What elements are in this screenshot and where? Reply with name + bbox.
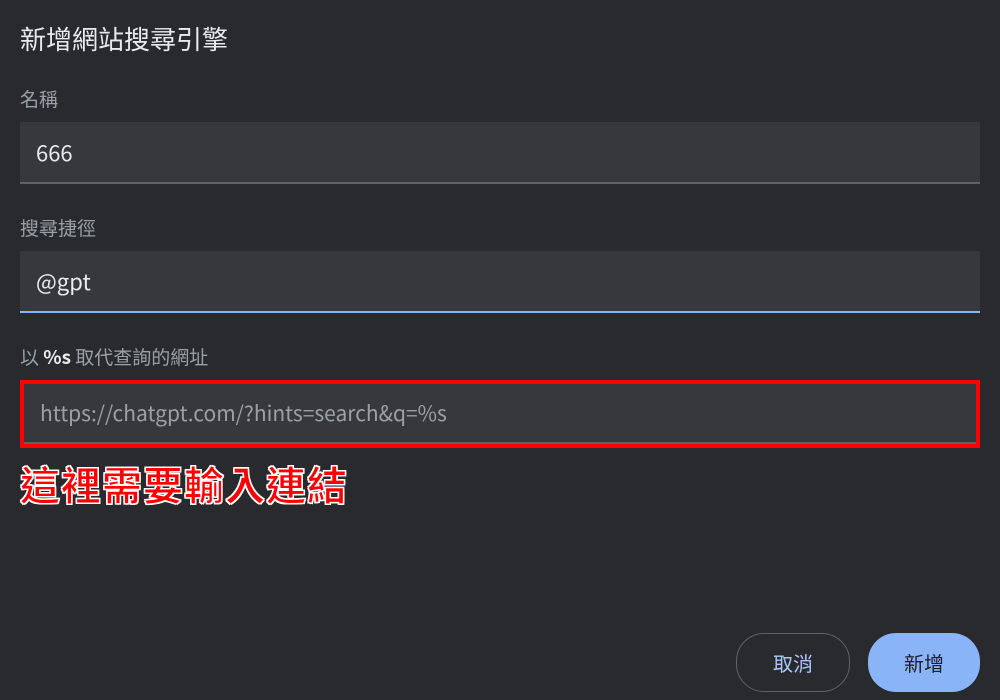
url-label-bold: %s <box>43 343 71 370</box>
name-input[interactable] <box>20 122 980 184</box>
button-row: 取消 新增 <box>736 633 980 692</box>
name-field-group: 名稱 <box>20 85 980 184</box>
shortcut-input[interactable] <box>20 251 980 313</box>
shortcut-input-wrapper <box>20 251 980 313</box>
add-button[interactable]: 新增 <box>868 633 980 692</box>
url-label: 以 %s 取代查詢的網址 <box>20 343 980 370</box>
url-highlight-box <box>20 380 980 448</box>
annotation-text: 這裡需要輸入連結 <box>20 454 980 512</box>
name-input-wrapper <box>20 122 980 184</box>
name-label: 名稱 <box>20 85 980 112</box>
cancel-button[interactable]: 取消 <box>736 633 850 692</box>
url-label-suffix: 取代查詢的網址 <box>71 343 208 370</box>
shortcut-field-group: 搜尋捷徑 <box>20 214 980 313</box>
shortcut-label: 搜尋捷徑 <box>20 214 980 241</box>
add-search-engine-dialog: 新增網站搜尋引擎 名稱 搜尋捷徑 以 %s 取代查詢的網址 這裡需要輸入連結 <box>0 0 1000 512</box>
url-label-prefix: 以 <box>20 343 43 370</box>
url-field-group: 以 %s 取代查詢的網址 這裡需要輸入連結 <box>20 343 980 512</box>
dialog-title: 新增網站搜尋引擎 <box>20 20 980 57</box>
url-input[interactable] <box>24 384 976 444</box>
